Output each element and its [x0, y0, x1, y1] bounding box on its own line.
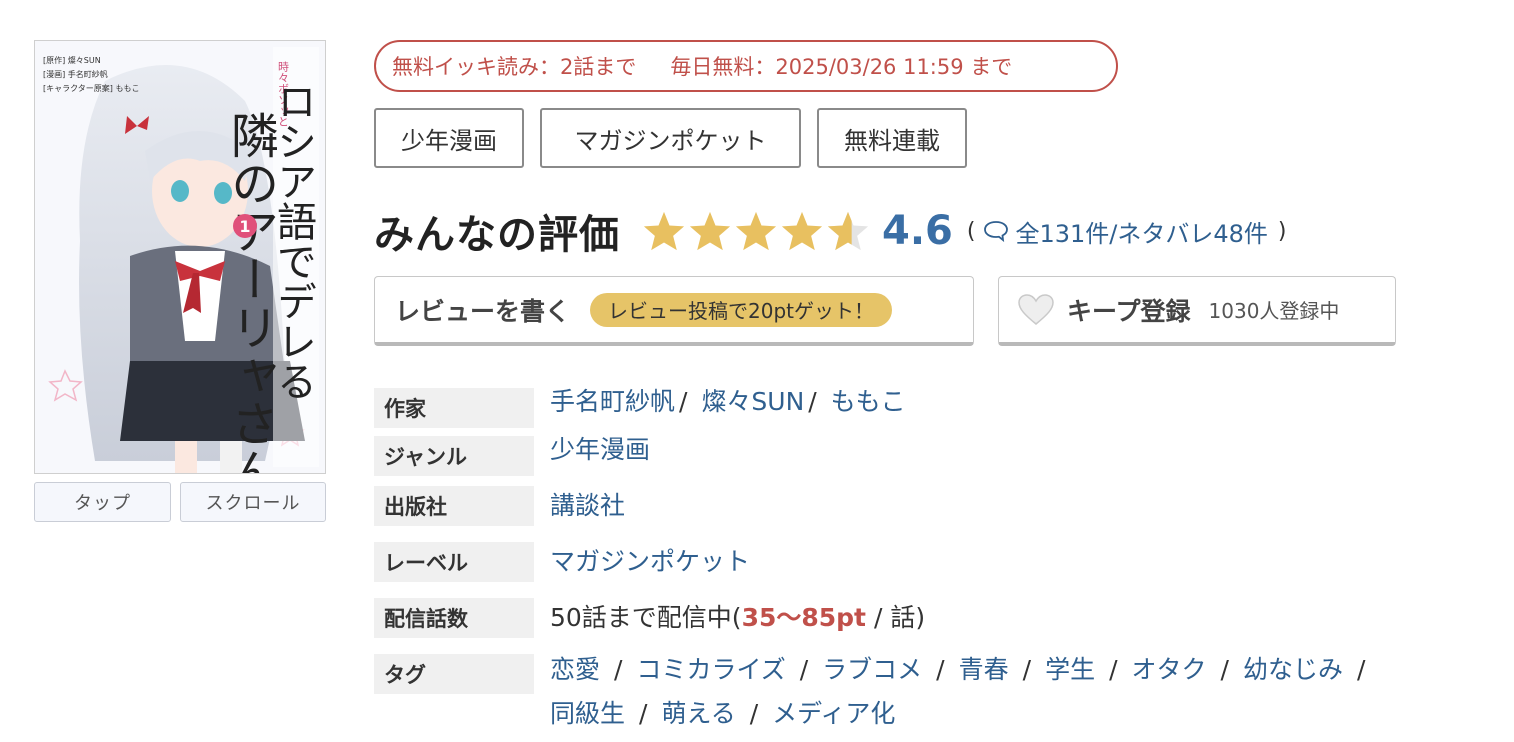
label-link[interactable]: マガジンポケット	[550, 547, 750, 576]
author-link-3[interactable]: ももこ	[831, 387, 906, 416]
star-icon	[781, 211, 823, 251]
cover-credit-1: [原作] 燦々SUN	[43, 55, 101, 65]
tag-link[interactable]: コミカライズ	[636, 655, 785, 684]
author-link-1[interactable]: 手名町紗帆	[550, 387, 675, 416]
chip-magazine-pocket[interactable]: マガジンポケット	[540, 108, 801, 168]
comic-cover-image[interactable]: 時々ボソッと ロシア語でデレる 隣のアーリャさん 1 [原作] 燦々SUN [漫…	[34, 40, 326, 474]
scroll-view-button[interactable]: スクロール	[180, 482, 326, 522]
genre-label: ジャンル	[374, 436, 534, 476]
episodes-suffix: / 話)	[866, 603, 926, 632]
rating-stars	[642, 210, 870, 252]
rating-section: みんなの評価 4.6 ( 全131件/ネタバレ48件 )	[374, 196, 1286, 266]
episodes-price: 35〜85pt	[741, 603, 867, 632]
free-campaign-badge: 無料イッキ読み：2話まで 毎日無料：2025/03/26 11:59 まで	[374, 40, 1118, 92]
keep-register-button[interactable]: キープ登録 1030人登録中	[998, 276, 1396, 346]
episodes-prefix: 50話まで配信中(	[550, 603, 742, 632]
author-value: 手名町紗帆 / 燦々SUN / ももこ	[550, 387, 906, 416]
genre-chips: 少年漫画 マガジンポケット 無料連載	[374, 108, 967, 168]
episodes-value: 50話まで配信中(35〜85pt / 話)	[550, 598, 925, 638]
star-icon	[643, 211, 685, 251]
tag-link[interactable]: 幼なじみ	[1243, 655, 1343, 684]
author-link-2[interactable]: 燦々SUN	[701, 387, 804, 416]
free-daily-text: 毎日無料：2025/03/26 11:59 まで	[670, 55, 1013, 79]
label-label: レーベル	[374, 542, 534, 582]
chip-free-serial[interactable]: 無料連載	[817, 108, 967, 168]
tag-link[interactable]: オタク	[1132, 655, 1207, 684]
star-icon	[735, 211, 777, 251]
speech-bubble-icon	[984, 221, 1009, 242]
author-label: 作家	[374, 388, 534, 428]
star-icon	[689, 211, 731, 251]
tag-link[interactable]: 学生	[1045, 655, 1095, 684]
write-review-button[interactable]: レビューを書く レビュー投稿で20ptゲット！	[374, 276, 974, 346]
detail-row-episodes: 配信話数 50話まで配信中(35〜85pt / 話)	[374, 598, 925, 638]
open-paren: (	[966, 218, 976, 244]
review-count-link[interactable]: ( 全131件/ネタバレ48件 )	[967, 214, 1287, 249]
tag-link[interactable]: ラブコメ	[822, 655, 922, 684]
genre-link[interactable]: 少年漫画	[550, 435, 650, 464]
rating-title: みんなの評価	[374, 212, 620, 258]
tag-link[interactable]: 萌える	[661, 699, 735, 728]
tag-link[interactable]: 青春	[959, 655, 1009, 684]
review-promo-badge: レビュー投稿で20ptゲット！	[590, 292, 893, 327]
half-star-icon	[827, 211, 869, 251]
cover-volume: 1	[239, 217, 250, 236]
keep-register-count: 1030人登録中	[1208, 299, 1340, 323]
detail-row-genre: ジャンル 少年漫画	[374, 435, 650, 476]
rating-score: 4.6	[882, 208, 953, 254]
detail-row-tags: タグ 恋愛 / コミカライズ / ラブコメ / 青春 / 学生 / オタク / 幼なじみ / 同級生 / 萌え…	[374, 654, 1379, 736]
chip-shonen[interactable]: 少年漫画	[374, 108, 524, 168]
episodes-label: 配信話数	[374, 598, 534, 638]
keep-register-label: キープ登録	[1067, 296, 1191, 326]
cover-credit-3: [キャラクター原案] ももこ	[43, 83, 139, 93]
tags-line-1: 恋愛 / コミカライズ / ラブコメ / 青春 / 学生 / オタク / 幼なじみ /	[550, 655, 1366, 684]
cover-view-buttons: タップ スクロール	[34, 482, 326, 522]
detail-row-publisher: 出版社 講談社	[374, 486, 625, 526]
free-ikki-text: 無料イッキ読み：2話まで	[392, 55, 637, 79]
tag-link[interactable]: 同級生	[550, 699, 625, 728]
tap-view-button[interactable]: タップ	[34, 482, 171, 522]
tag-link[interactable]: メディア化	[772, 699, 895, 728]
cover-title-2: 隣のアーリャさん	[222, 111, 278, 473]
tags-label: タグ	[374, 654, 534, 694]
write-review-label: レビューを書く	[395, 296, 571, 326]
review-count-text: 全131件/ネタバレ48件	[1015, 219, 1268, 248]
tags-value: 恋愛 / コミカライズ / ラブコメ / 青春 / 学生 / オタク / 幼なじみ / 同級生 / 萌える / メ…	[550, 648, 1379, 736]
detail-row-author: 作家 手名町紗帆 / 燦々SUN / ももこ	[374, 387, 906, 428]
publisher-link[interactable]: 講談社	[550, 491, 625, 520]
heart-icon	[1018, 293, 1054, 325]
detail-row-label: レーベル マガジンポケット	[374, 542, 750, 582]
publisher-label: 出版社	[374, 486, 534, 526]
tag-link[interactable]: 恋愛	[550, 655, 600, 684]
cover-credit-2: [漫画] 手名町紗帆	[43, 69, 108, 79]
close-paren: )	[1277, 218, 1287, 244]
tags-line-2: 同級生 / 萌える / メディア化	[550, 699, 896, 728]
